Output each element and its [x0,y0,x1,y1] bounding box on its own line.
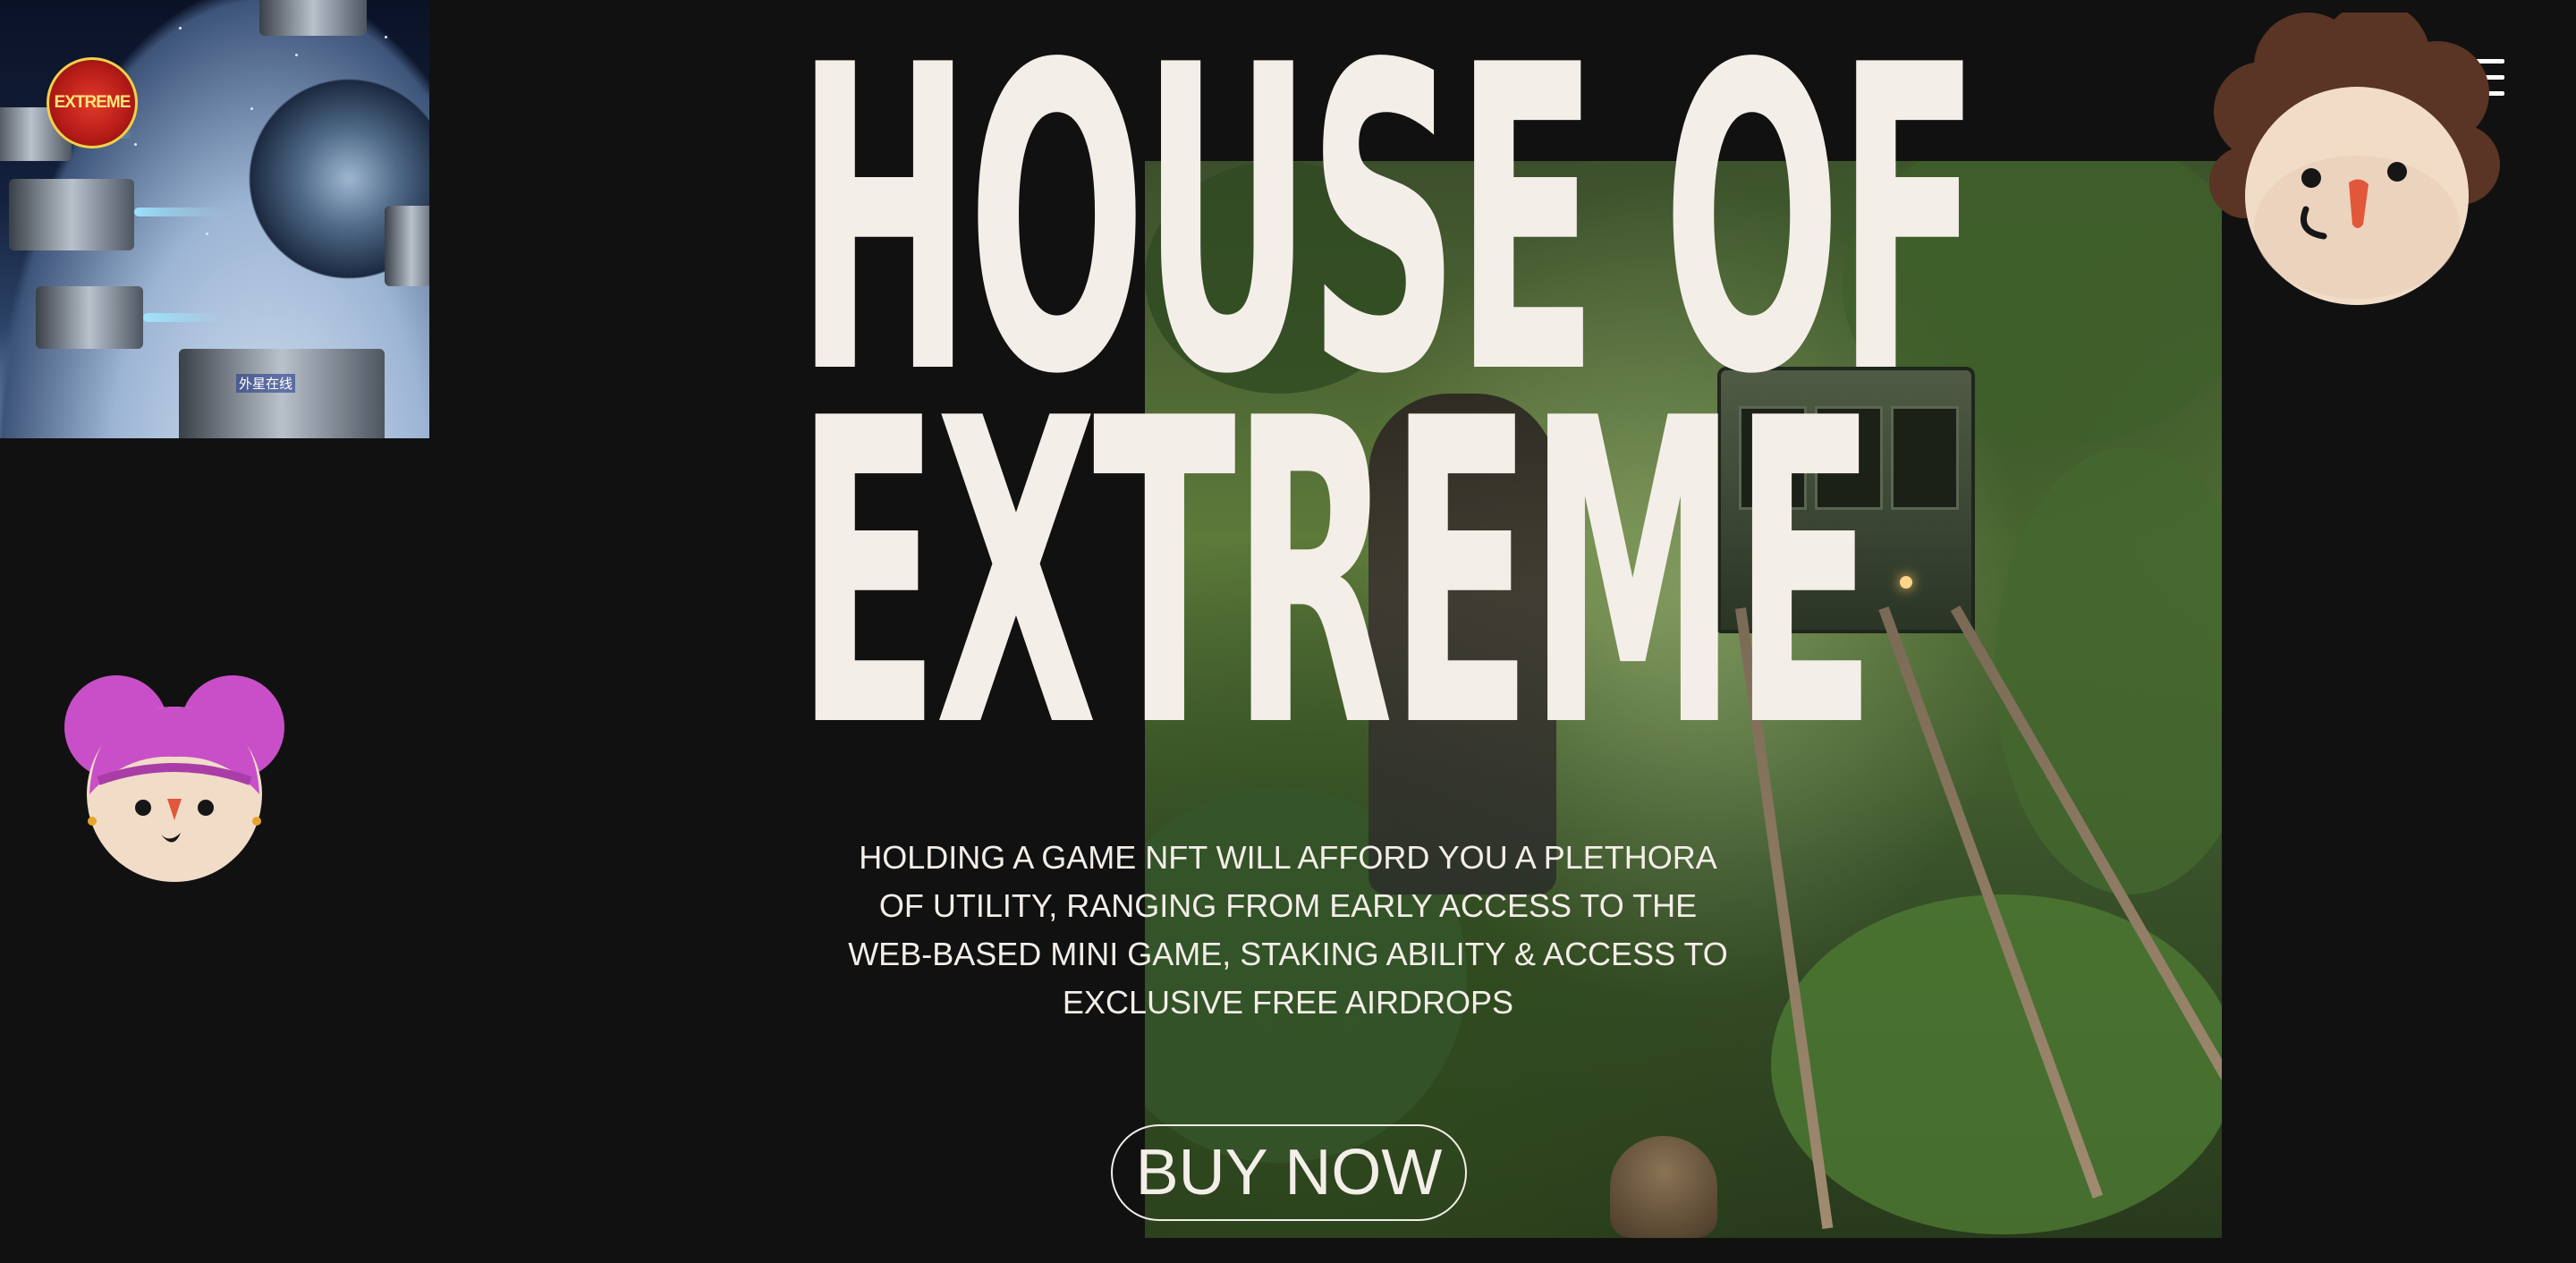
space-game-thumbnail: EXTREME 外星在线 [0,0,429,438]
cat [1610,1136,1717,1238]
page-title: HOUSE OF EXTREME [796,12,1980,819]
spaceship-5 [385,206,429,286]
buy-now-button[interactable]: BUY NOW [1111,1124,1467,1221]
title-line-2: EXTREME [796,330,1877,819]
description: HOLDING A GAME NFT WILL AFFORD YOU A PLE… [848,839,1728,1021]
thumbnail-caption: 外星在线 [236,374,296,393]
page: EXTREME 外星在线 HOUSE OF EXTREME HOLDING A … [0,0,2576,1263]
spaceship-2 [9,179,134,250]
extreme-logo: EXTREME [47,57,138,148]
spaceship-4 [259,0,367,36]
spaceship-3 [36,286,143,349]
boy-avatar [2209,13,2500,305]
girl-avatar [64,675,284,882]
spaceship-6 [179,349,385,438]
